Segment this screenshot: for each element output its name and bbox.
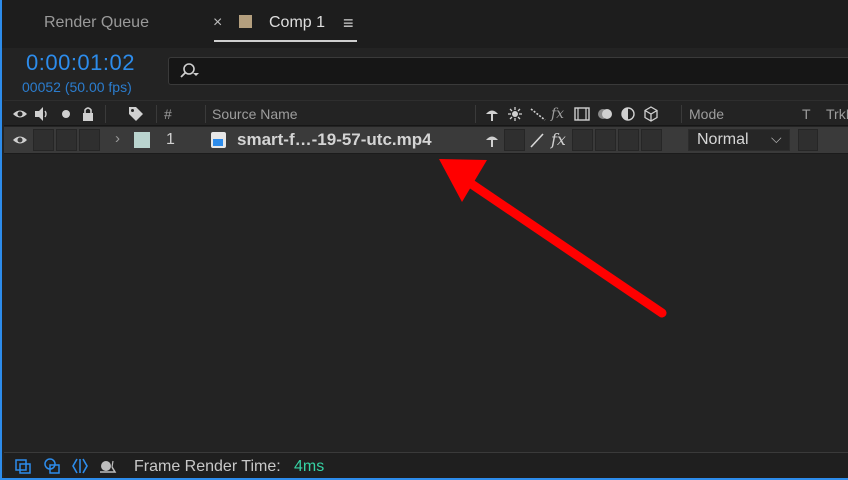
quality-icon[interactable] [530, 106, 546, 122]
frame-blending-icon[interactable] [574, 106, 590, 122]
close-tab-icon[interactable]: × [213, 14, 222, 32]
column-t-header[interactable]: T [802, 106, 811, 122]
layer-row[interactable]: › 1 smart-f…-19-57-utc.mp4 fx Normal ⌵ [4, 127, 848, 154]
layer-search-input[interactable] [168, 57, 848, 85]
layer-preserve-transparency-toggle[interactable] [798, 129, 818, 151]
comp-color-swatch [239, 15, 252, 28]
render-time-snail-icon[interactable] [99, 458, 117, 474]
tab-comp-1[interactable]: Comp 1 [269, 14, 325, 32]
timeline-footer: Frame Render Time: 4ms [4, 452, 848, 478]
header-divider [681, 105, 682, 123]
column-trkmat-header[interactable]: TrkMat [826, 106, 848, 122]
expand-layer-chevron-icon[interactable]: › [115, 130, 120, 147]
video-eye-icon[interactable] [12, 106, 28, 122]
blend-mode-value: Normal [697, 131, 749, 148]
header-divider [156, 105, 157, 123]
adjustment-layer-icon[interactable] [620, 106, 636, 122]
layer-column-header: # Source Name fx Mode T Trk [4, 100, 848, 126]
column-mode-header[interactable]: Mode [689, 106, 724, 122]
layer-shy-icon[interactable] [484, 132, 500, 148]
label-tag-icon[interactable] [128, 106, 144, 122]
frame-render-time-value: 4ms [294, 458, 325, 475]
toggle-in-out-duration-icon[interactable] [71, 458, 89, 474]
layer-label-color[interactable] [134, 132, 150, 148]
3d-layer-cube-icon[interactable] [643, 106, 659, 122]
header-divider [475, 105, 476, 123]
layer-audio-toggle[interactable] [33, 129, 54, 151]
current-time-display[interactable]: 0:00:01:02 [26, 50, 135, 76]
layer-index: 1 [166, 131, 175, 148]
layer-source-name[interactable]: smart-f…-19-57-utc.mp4 [237, 130, 432, 150]
toggle-layer-switches-icon[interactable] [14, 458, 32, 474]
layer-solo-toggle[interactable] [56, 129, 77, 151]
header-divider [205, 105, 206, 123]
solo-icon[interactable] [58, 106, 74, 122]
panel-menu-icon[interactable]: ≡ [343, 13, 354, 34]
layer-effects-fx-icon[interactable]: fx [551, 130, 566, 149]
toggle-transfer-controls-icon[interactable] [43, 458, 61, 474]
chevron-down-icon: ⌵ [771, 130, 782, 146]
layer-motion-blur-toggle[interactable] [595, 129, 616, 151]
layer-lock-toggle[interactable] [79, 129, 100, 151]
frame-fps-display: 00052 (50.00 fps) [22, 79, 132, 95]
tab-render-queue[interactable]: Render Queue [44, 14, 149, 32]
layer-adjustment-toggle[interactable] [618, 129, 639, 151]
layer-frame-blend-toggle[interactable] [572, 129, 593, 151]
collapse-sun-icon[interactable] [507, 106, 523, 122]
shy-icon[interactable] [484, 106, 500, 122]
header-divider [105, 105, 106, 123]
layer-3d-toggle[interactable] [641, 129, 662, 151]
layer-list-empty-area[interactable] [4, 155, 848, 451]
layer-quality-icon[interactable] [529, 132, 545, 148]
timeline-panel: Render Queue × Comp 1 ≡ 0:00:01:02 00052… [0, 0, 848, 480]
search-icon[interactable] [179, 62, 201, 80]
column-number-header[interactable]: # [164, 106, 172, 122]
video-file-icon [211, 132, 226, 148]
motion-blur-icon[interactable] [597, 106, 613, 122]
audio-speaker-icon[interactable] [34, 106, 50, 122]
tab-bar: Render Queue × Comp 1 ≡ [2, 0, 848, 48]
lock-icon[interactable] [80, 106, 96, 122]
effects-fx-icon[interactable]: fx [551, 106, 564, 122]
layer-blend-mode-dropdown[interactable]: Normal ⌵ [688, 129, 790, 151]
column-source-name-header[interactable]: Source Name [212, 106, 298, 122]
layer-visibility-eye-icon[interactable] [12, 132, 28, 148]
active-tab-indicator [214, 40, 357, 42]
frame-render-time-label: Frame Render Time: [134, 458, 281, 475]
layer-collapse-toggle[interactable] [504, 129, 525, 151]
